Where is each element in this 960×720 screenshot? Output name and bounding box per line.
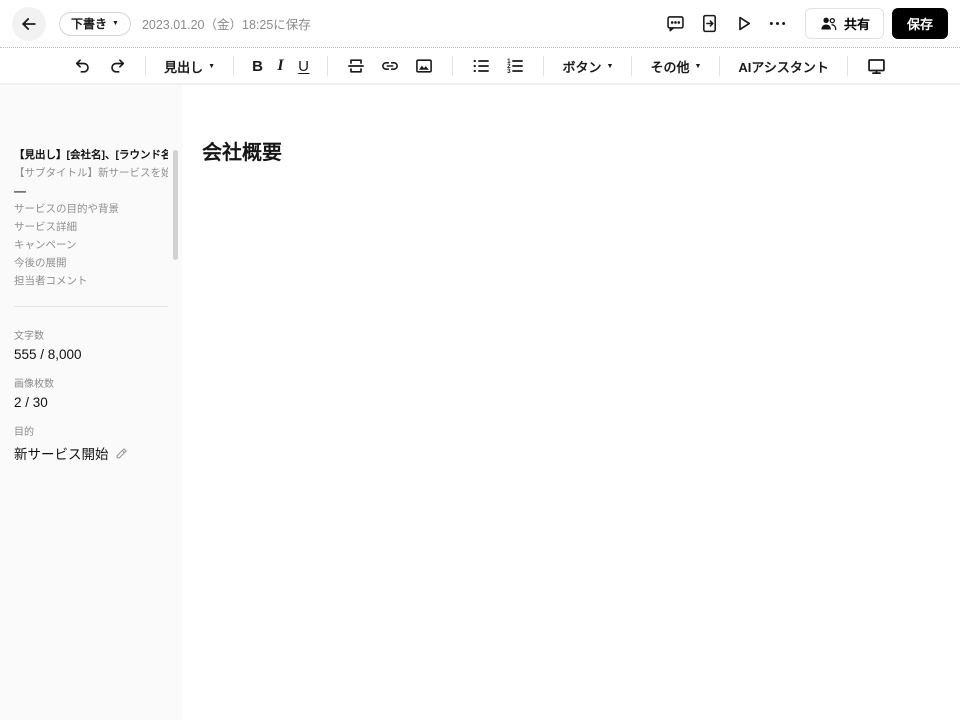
purpose-text: 新サービス開始 xyxy=(14,447,109,462)
toolbar-divider xyxy=(543,56,545,76)
top-bar: 下書き ▼ 2023.01.20（金）18:25に保存 共有 保存 xyxy=(0,0,960,48)
monitor-icon xyxy=(866,56,887,77)
toolbar-divider xyxy=(452,56,454,76)
image-count-value: 2 / 30 xyxy=(14,395,48,410)
more-menu-button[interactable] xyxy=(765,11,791,37)
other-dropdown[interactable]: その他 ▼ xyxy=(643,52,708,80)
document-section-heading[interactable]: 会社概要 xyxy=(202,136,960,165)
italic-button-label: I xyxy=(277,57,285,74)
undo-button[interactable] xyxy=(66,52,100,80)
play-icon xyxy=(733,13,754,34)
outline-item[interactable]: サービス詳細 xyxy=(14,218,168,236)
share-button[interactable]: 共有 xyxy=(804,8,884,39)
button-block-dropdown-label: ボタン xyxy=(562,59,602,75)
heading-dropdown-label: 見出し xyxy=(164,59,204,75)
redo-button[interactable] xyxy=(100,52,134,80)
chevron-down-icon: ▼ xyxy=(606,62,614,70)
outline-item[interactable]: サービスの目的や背景 xyxy=(14,200,168,218)
more-icon xyxy=(767,13,788,34)
chevron-down-icon: ▼ xyxy=(208,62,216,70)
numbered-list-icon: 1 2 3 xyxy=(505,56,525,76)
undo-icon xyxy=(73,56,93,76)
purpose-value: 新サービス開始 xyxy=(14,443,168,463)
char-count-value: 555 / 8,000 xyxy=(14,347,82,362)
status-dropdown[interactable]: 下書き ▼ xyxy=(59,11,131,36)
toolbar-divider xyxy=(145,56,147,76)
bullet-list-button[interactable] xyxy=(464,52,498,80)
image-icon xyxy=(414,56,434,76)
bold-button-label: B xyxy=(252,57,264,75)
underline-button[interactable]: U xyxy=(291,52,316,80)
document-outline: 【見出し】[会社名]、[ラウンド名]にお... 【サブタイトル】新サービスを始動… xyxy=(0,85,182,290)
preview-monitor-button[interactable] xyxy=(859,52,894,80)
link-icon xyxy=(380,56,400,76)
toolbar-divider xyxy=(233,56,235,76)
outline-item[interactable]: 今後の展開 xyxy=(14,254,168,272)
toolbar-divider xyxy=(327,56,329,76)
toolbar-divider xyxy=(719,56,721,76)
preview-play-button[interactable] xyxy=(731,11,757,37)
status-dropdown-label: 下書き xyxy=(71,17,108,31)
outline-item[interactable]: 担当者コメント xyxy=(14,272,168,290)
outline-item[interactable]: — xyxy=(14,182,168,200)
outline-item[interactable]: キャンペーン xyxy=(14,236,168,254)
share-button-label: 共有 xyxy=(843,17,870,32)
toolbar-divider xyxy=(846,56,848,76)
divider-block-button[interactable] xyxy=(339,52,373,80)
divider-block-icon xyxy=(346,56,366,76)
comment-button[interactable] xyxy=(663,11,689,37)
link-button[interactable] xyxy=(373,52,407,80)
bullet-list-icon xyxy=(471,56,491,76)
sidebar-scrollbar[interactable] xyxy=(173,150,178,260)
italic-button[interactable]: I xyxy=(270,52,291,80)
svg-text:3: 3 xyxy=(508,68,512,75)
redo-icon xyxy=(107,56,127,76)
button-block-dropdown[interactable]: ボタン ▼ xyxy=(555,52,620,80)
heading-dropdown[interactable]: 見出し ▼ xyxy=(157,52,222,80)
saved-timestamp: 2023.01.20（金）18:25に保存 xyxy=(141,18,311,32)
bold-button[interactable]: B xyxy=(245,52,270,80)
outline-item[interactable]: 【サブタイトル】新サービスを始動… xyxy=(14,164,168,182)
save-button-label: 保存 xyxy=(906,17,933,32)
chevron-down-icon: ▼ xyxy=(694,62,702,70)
image-count-label: 画像枚数 xyxy=(14,379,54,390)
editor-canvas[interactable]: 会社概要 xyxy=(182,85,960,720)
outline-sidebar: 【見出し】[会社名]、[ラウンド名]にお... 【サブタイトル】新サービスを始動… xyxy=(0,85,182,720)
underline-button-label: U xyxy=(298,57,310,75)
numbered-list-button[interactable]: 1 2 3 xyxy=(498,52,532,80)
image-button[interactable] xyxy=(407,52,441,80)
people-icon xyxy=(819,14,838,33)
ai-assistant-label: AIアシスタント xyxy=(738,59,829,75)
other-dropdown-label: その他 xyxy=(650,59,690,75)
char-count-label: 文字数 xyxy=(14,331,44,342)
ai-assistant-button[interactable]: AIアシスタント xyxy=(731,52,835,80)
document-stats: 文字数 555 / 8,000 画像枚数 2 / 30 目的 新サービス開始 xyxy=(0,307,182,463)
toolbar-divider xyxy=(631,56,633,76)
export-document-icon xyxy=(699,13,720,34)
chevron-down-icon: ▼ xyxy=(112,20,119,27)
outline-item[interactable]: 【見出し】[会社名]、[ラウンド名]にお... xyxy=(14,146,168,164)
purpose-label: 目的 xyxy=(14,427,34,438)
arrow-left-icon xyxy=(19,14,39,34)
back-button[interactable] xyxy=(12,6,46,41)
edit-pencil-icon[interactable] xyxy=(115,447,128,460)
save-button[interactable]: 保存 xyxy=(891,8,948,39)
export-document-button[interactable] xyxy=(697,11,723,37)
comment-icon xyxy=(665,13,686,34)
editor-toolbar: 見出し ▼ B I U 1 2 3 ボタン ▼ その他 ▼ AIアシスタント xyxy=(0,49,960,85)
